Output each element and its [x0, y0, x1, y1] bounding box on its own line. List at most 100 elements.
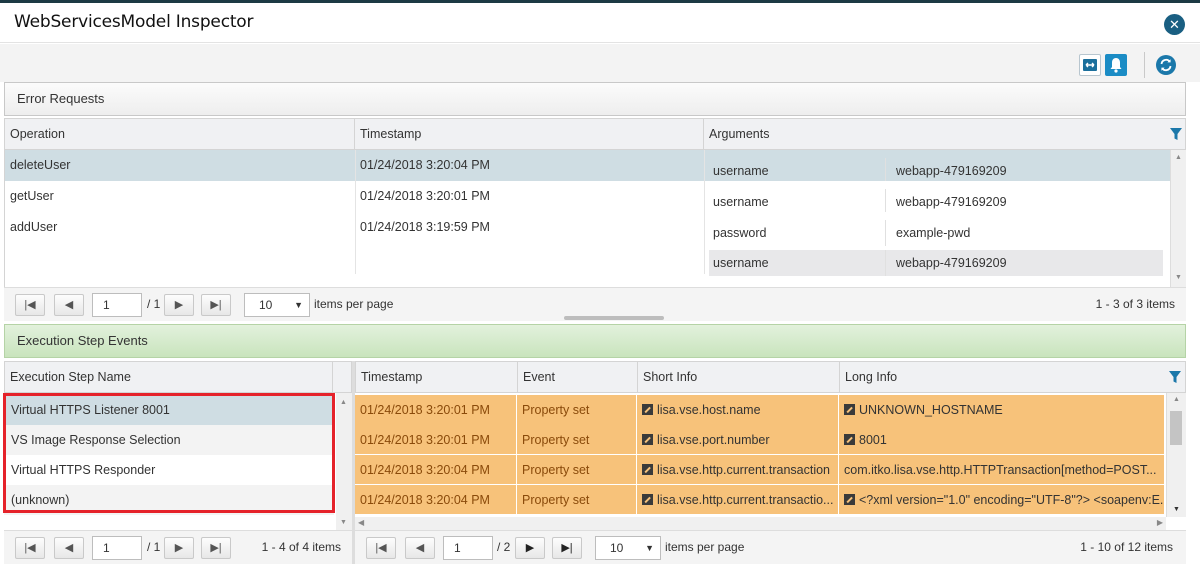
chevron-down-icon: ▼ — [645, 543, 654, 553]
execution-step-events-header: Execution Step Events — [4, 324, 1186, 358]
item-range: 1 - 10 of 12 items — [1080, 540, 1173, 554]
page-input[interactable]: 1 — [443, 536, 493, 560]
timestamp-cell: 01/24/2018 3:19:59 PM — [360, 220, 490, 234]
operation-cell: addUser — [10, 220, 58, 234]
scroll-up-icon[interactable]: ▲ — [340, 399, 347, 406]
short-info-cell: lisa.vse.port.number — [637, 425, 838, 454]
steps-column-header: Execution Step Name — [4, 361, 352, 393]
filter-icon[interactable] — [1168, 369, 1182, 385]
filter-icon[interactable] — [1169, 126, 1183, 142]
item-range: 1 - 3 of 3 items — [1095, 297, 1175, 311]
long-info-text: UNKNOWN_HOSTNAME — [859, 403, 1003, 417]
scroll-up-icon[interactable]: ▲ — [1173, 396, 1180, 403]
first-page-button[interactable]: |◀ — [15, 294, 45, 316]
page-size-value: 10 — [259, 298, 273, 312]
events-grid: 01/24/2018 3:20:01 PM Property set lisa.… — [355, 393, 1166, 517]
steps-scrollbar[interactable]: ▲ ▼ — [336, 393, 352, 530]
column-operation[interactable]: Operation — [5, 119, 355, 149]
timestamp-cell: 01/24/2018 3:20:01 PM — [355, 395, 516, 425]
events-column-header: Timestamp Event Short Info Long Info — [355, 361, 1186, 393]
page-size-value: 10 — [610, 541, 624, 555]
column-short-info[interactable]: Short Info — [638, 362, 840, 392]
table-row[interactable]: 01/24/2018 3:20:01 PM Property set lisa.… — [355, 395, 1164, 425]
scroll-right-icon[interactable]: ▶ — [1157, 518, 1163, 527]
column-event[interactable]: Event — [518, 362, 638, 392]
events-horizontal-scrollbar[interactable]: ◀ ▶ — [355, 517, 1166, 530]
argument-name: password — [713, 226, 767, 240]
scroll-down-icon[interactable]: ▼ — [1173, 506, 1180, 513]
toolbar — [0, 44, 1200, 82]
external-link-icon[interactable] — [844, 434, 855, 445]
error-requests-column-header: Operation Timestamp Arguments — [4, 118, 1186, 150]
scroll-up-icon[interactable]: ▲ — [1175, 154, 1182, 161]
first-page-button[interactable]: |◀ — [366, 537, 396, 559]
last-page-button[interactable]: ▶| — [201, 294, 231, 316]
long-info-text: 8001 — [859, 433, 887, 447]
next-page-button[interactable]: ▶ — [164, 294, 194, 316]
splitter-handle[interactable] — [564, 316, 664, 320]
highlight-box — [3, 393, 335, 513]
prev-page-button[interactable]: ◀ — [54, 537, 84, 559]
last-page-button[interactable]: ▶| — [552, 537, 582, 559]
column-timestamp[interactable]: Timestamp — [356, 362, 518, 392]
column-long-info[interactable]: Long Info — [840, 362, 1162, 392]
page-count: / 1 — [147, 540, 161, 554]
page-input[interactable]: 1 — [92, 293, 142, 317]
short-info-cell: lisa.vse.http.current.transaction — [637, 455, 838, 484]
column-arguments[interactable]: Arguments — [704, 119, 1164, 149]
table-row[interactable]: 01/24/2018 3:20:01 PM Property set lisa.… — [355, 425, 1164, 455]
external-link-icon[interactable] — [844, 404, 855, 415]
short-info-cell: lisa.vse.http.current.transactio... — [637, 485, 838, 514]
short-info-text: lisa.vse.http.current.transactio... — [657, 493, 834, 507]
close-icon[interactable]: ✕ — [1164, 14, 1185, 35]
column-execution-step-name[interactable]: Execution Step Name — [5, 362, 333, 392]
short-info-text: lisa.vse.port.number — [657, 433, 770, 447]
page-input[interactable]: 1 — [92, 536, 142, 560]
timestamp-cell: 01/24/2018 3:20:04 PM — [355, 455, 516, 484]
events-scrollbar[interactable]: ▲ ▼ — [1166, 393, 1186, 517]
page-size-select[interactable]: 10 ▼ — [244, 293, 310, 317]
external-link-icon[interactable] — [642, 404, 653, 415]
timestamp-cell: 01/24/2018 3:20:01 PM — [360, 189, 490, 203]
table-row[interactable]: 01/24/2018 3:20:04 PM Property set lisa.… — [355, 455, 1164, 485]
table-row[interactable]: deleteUser 01/24/2018 3:20:04 PM usernam… — [5, 150, 1171, 184]
long-info-cell: UNKNOWN_HOSTNAME — [839, 395, 1164, 425]
expand-icon[interactable] — [1079, 54, 1101, 76]
error-grid-scrollbar[interactable]: ▲ ▼ — [1170, 150, 1186, 287]
last-page-button[interactable]: ▶| — [201, 537, 231, 559]
event-cell: Property set — [517, 395, 636, 425]
scroll-down-icon[interactable]: ▼ — [340, 519, 347, 526]
prev-page-button[interactable]: ◀ — [54, 294, 84, 316]
event-cell: Property set — [517, 485, 636, 514]
steps-pager: |◀ ◀ 1 / 1 ▶ ▶| 1 - 4 of 4 items — [4, 530, 352, 564]
next-page-button[interactable]: ▶ — [164, 537, 194, 559]
external-link-icon[interactable] — [642, 494, 653, 505]
event-cell: Property set — [517, 425, 636, 454]
scrollbar-thumb[interactable] — [1170, 411, 1182, 445]
events-pager: |◀ ◀ 1 / 2 ▶ ▶| 10 ▼ items per page 1 - … — [355, 530, 1186, 564]
argument-name: username — [709, 250, 885, 276]
long-info-cell: 8001 — [839, 425, 1164, 454]
external-link-icon[interactable] — [844, 494, 855, 505]
next-page-button[interactable]: ▶ — [515, 537, 545, 559]
prev-page-button[interactable]: ◀ — [405, 537, 435, 559]
first-page-button[interactable]: |◀ — [15, 537, 45, 559]
argument-value: example-pwd — [885, 220, 1163, 246]
short-info-text: lisa.vse.http.current.transaction — [657, 463, 830, 477]
table-row[interactable]: getUser 01/24/2018 3:20:01 PM username w… — [5, 181, 1171, 215]
refresh-icon[interactable] — [1156, 55, 1176, 75]
external-link-icon[interactable] — [642, 464, 653, 475]
column-timestamp[interactable]: Timestamp — [355, 119, 704, 149]
short-info-text: lisa.vse.host.name — [657, 403, 761, 417]
column-divider — [355, 150, 356, 274]
item-range: 1 - 4 of 4 items — [261, 540, 341, 554]
external-link-icon[interactable] — [642, 434, 653, 445]
alert-icon[interactable] — [1105, 54, 1127, 76]
table-row[interactable]: addUser 01/24/2018 3:19:59 PM password e… — [5, 212, 1171, 276]
toolbar-separator — [1144, 52, 1145, 78]
error-requests-grid: deleteUser 01/24/2018 3:20:04 PM usernam… — [4, 150, 1171, 287]
scroll-down-icon[interactable]: ▼ — [1175, 274, 1182, 281]
table-row[interactable]: 01/24/2018 3:20:04 PM Property set lisa.… — [355, 485, 1164, 515]
scroll-left-icon[interactable]: ◀ — [358, 518, 364, 527]
page-size-select[interactable]: 10 ▼ — [595, 536, 661, 560]
